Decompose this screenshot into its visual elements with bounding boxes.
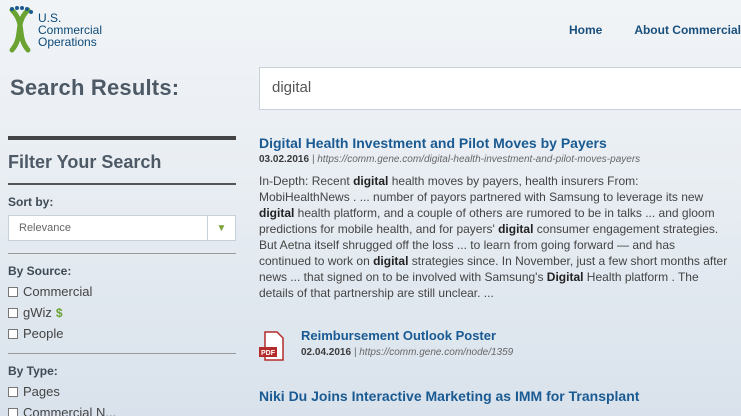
result-url[interactable]: https://comm.gene.com/digital-health-inv… bbox=[317, 154, 640, 165]
nav-about-commercial[interactable]: About Commercial bbox=[634, 23, 741, 37]
sort-select[interactable]: Relevance ▼ bbox=[8, 215, 236, 241]
result-title[interactable]: Reimbursement Outlook Poster bbox=[301, 327, 513, 345]
result-item: PDF Reimbursement Outlook Poster 02.04.2… bbox=[259, 327, 729, 361]
snippet-text: In-Depth: Recent bbox=[259, 174, 354, 188]
highlight-term: digital bbox=[259, 206, 295, 220]
sort-value: Relevance bbox=[19, 222, 71, 234]
filter-panel: Filter Your Search Sort by: Relevance ▼ … bbox=[8, 136, 236, 416]
result-title[interactable]: Digital Health Investment and Pilot Move… bbox=[259, 134, 729, 152]
type-pages-checkbox[interactable]: Pages bbox=[8, 384, 236, 399]
result-title[interactable]: Niki Du Joins Interactive Marketing as I… bbox=[259, 387, 729, 405]
result-date: 02.04.2016 bbox=[301, 347, 352, 358]
type-commercial-news-checkbox[interactable]: Commercial N... bbox=[8, 405, 236, 416]
result-meta: 03.02.2016 | https://comm.gene.com/digit… bbox=[259, 154, 729, 165]
highlight-term: digital bbox=[373, 254, 409, 268]
page-title: Search Results: bbox=[10, 75, 180, 100]
highlight-term: digital bbox=[498, 222, 534, 236]
header: U.S. Commercial Operations Home About Co… bbox=[0, 0, 741, 62]
search-input[interactable]: digital bbox=[259, 67, 741, 110]
checkbox-icon[interactable] bbox=[8, 407, 18, 416]
meta-separator: | bbox=[311, 154, 315, 165]
checkbox-label: Commercial N... bbox=[23, 405, 117, 416]
checkbox-icon[interactable] bbox=[8, 386, 18, 397]
result-url[interactable]: https://comm.gene.com/node/1359 bbox=[359, 347, 513, 358]
logo[interactable]: U.S. Commercial Operations bbox=[8, 6, 102, 54]
result-item: Digital Health Investment and Pilot Move… bbox=[259, 134, 729, 301]
pdf-icon-label: PDF bbox=[261, 350, 276, 357]
checkbox-icon[interactable] bbox=[8, 328, 18, 339]
result-meta: 02.04.2016 | https://comm.gene.com/node/… bbox=[301, 347, 513, 358]
checkbox-label: People bbox=[23, 326, 64, 341]
logo-text: U.S. Commercial Operations bbox=[38, 12, 102, 48]
nav-home[interactable]: Home bbox=[569, 23, 602, 37]
chevron-down-icon[interactable]: ▼ bbox=[207, 216, 235, 240]
filter-divider bbox=[8, 253, 236, 254]
highlight-term: digital bbox=[353, 174, 389, 188]
source-label: By Source: bbox=[8, 264, 72, 278]
result-snippet: In-Depth: Recent digital health moves by… bbox=[259, 173, 729, 301]
gwiz-dollar-icon: $ bbox=[55, 305, 63, 320]
type-label: By Type: bbox=[8, 364, 58, 378]
checkbox-icon[interactable] bbox=[8, 307, 18, 318]
checkbox-icon[interactable] bbox=[8, 286, 18, 297]
source-gwiz-checkbox[interactable]: gWiz $ bbox=[8, 305, 236, 320]
filter-title: Filter Your Search bbox=[8, 152, 162, 172]
result-item: Niki Du Joins Interactive Marketing as I… bbox=[259, 387, 729, 405]
sort-label: Sort by: bbox=[8, 195, 54, 209]
checkbox-label: gWiz bbox=[23, 305, 52, 320]
results-list: Digital Health Investment and Pilot Move… bbox=[259, 134, 729, 405]
pdf-icon: PDF bbox=[259, 331, 285, 361]
highlight-term: Digital bbox=[546, 270, 584, 284]
source-commercial-checkbox[interactable]: Commercial bbox=[8, 284, 236, 299]
source-people-checkbox[interactable]: People bbox=[8, 326, 236, 341]
filter-divider bbox=[8, 353, 236, 354]
checkbox-label: Commercial bbox=[23, 284, 93, 299]
top-nav: Home About Commercial bbox=[537, 23, 741, 37]
result-date: 03.02.2016 bbox=[259, 154, 310, 165]
checkbox-label: Pages bbox=[23, 384, 60, 399]
logo-line: Operations bbox=[38, 35, 97, 49]
dna-logo-icon bbox=[9, 6, 33, 53]
filter-divider bbox=[8, 183, 236, 185]
meta-separator: | bbox=[353, 347, 357, 358]
filter-divider bbox=[8, 136, 236, 140]
